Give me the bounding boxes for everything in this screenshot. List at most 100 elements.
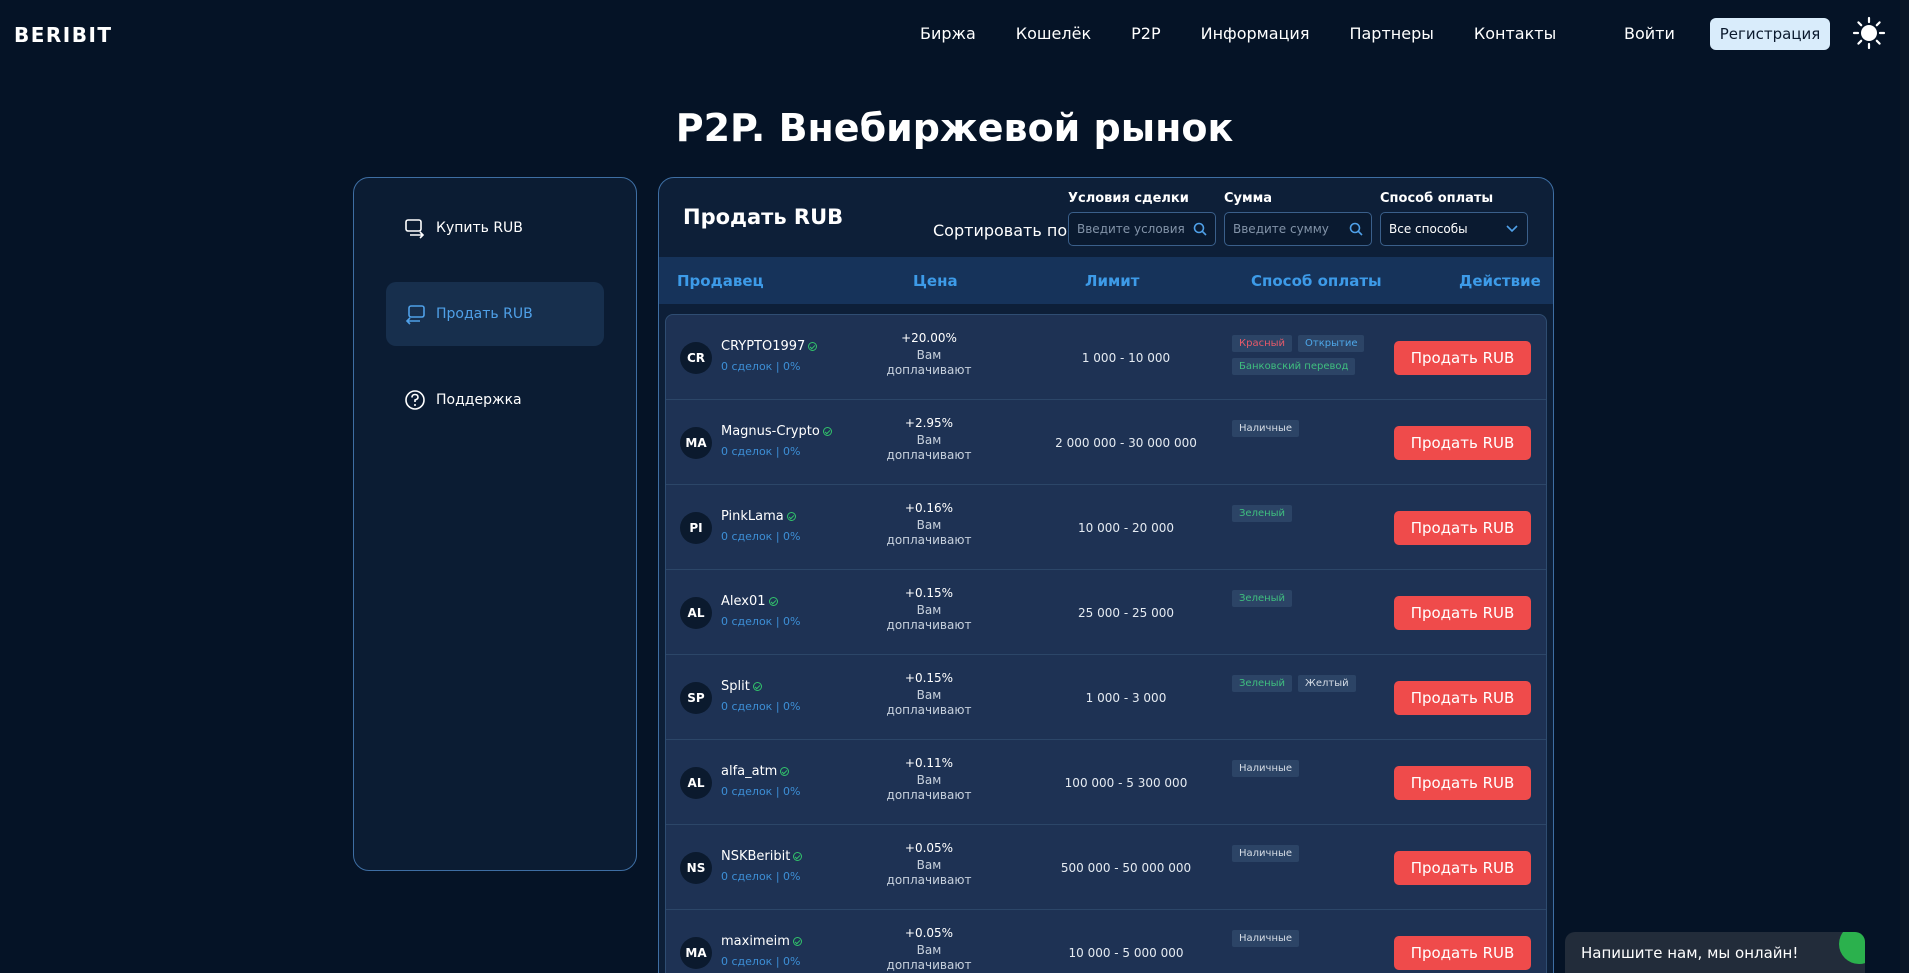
avatar: AL (680, 597, 712, 629)
seller-name[interactable]: alfa_atm (721, 764, 790, 779)
payment-methods: Наличные (1232, 760, 1372, 777)
seller-name[interactable]: PinkLama (721, 509, 796, 524)
payment-methods: Зеленый (1232, 505, 1372, 522)
payment-select-value: Все способы (1389, 222, 1468, 236)
sell-rub-button[interactable]: Продать RUB (1394, 766, 1531, 800)
sell-rub-button[interactable]: Продать RUB (1394, 681, 1531, 715)
verified-icon (808, 342, 818, 351)
login-link[interactable]: Войти (1624, 24, 1675, 43)
price-cell: +0.11% Вам доплачивают (874, 756, 984, 803)
seller-name[interactable]: CRYPTO1997 (721, 339, 818, 354)
avatar: MA (680, 937, 712, 969)
seller-stats: 0 сделок | 0% (721, 955, 801, 968)
price-cell: +0.15% Вам доплачивают (874, 586, 984, 633)
seller-name[interactable]: maximeim (721, 934, 802, 949)
nav-p2p[interactable]: P2P (1131, 24, 1160, 43)
chevron-down-icon (1506, 225, 1518, 233)
price-note: Вам доплачивают (886, 518, 972, 547)
price-cell: +0.15% Вам доплачивают (874, 671, 984, 718)
payment-method-tag: Красный (1232, 335, 1293, 352)
sell-rub-button[interactable]: Продать RUB (1394, 426, 1531, 460)
sell-rub-button[interactable]: Продать RUB (1394, 936, 1531, 970)
price-value: +0.15% (904, 671, 954, 685)
panel-title: Продать RUB (683, 205, 844, 229)
nav-contacts[interactable]: Контакты (1474, 24, 1556, 43)
payment-method-tag: Наличные (1232, 760, 1300, 777)
logo[interactable]: BERIBIT (14, 23, 113, 47)
limit-value: 10 000 - 5 000 000 (1068, 946, 1184, 960)
nav-info[interactable]: Информация (1201, 24, 1310, 43)
table-row: AL Alex01 0 сделок | 0% +0.15% Вам доплачива… (666, 570, 1546, 655)
verified-icon (768, 597, 778, 606)
seller-name-text: Magnus-Crypto (721, 424, 820, 439)
limit-value: 2 000 000 - 30 000 000 (1055, 436, 1197, 450)
price-cell: +2.95% Вам доплачивают (874, 416, 984, 463)
seller-name[interactable]: Split (721, 679, 762, 694)
chat-widget[interactable]: Напишите нам, мы онлайн! (1565, 932, 1865, 973)
payment-method-tag: Наличные (1232, 930, 1300, 947)
register-button[interactable]: Регистрация (1710, 18, 1830, 50)
price-value: +0.15% (904, 586, 954, 600)
seller-name[interactable]: NSKBeribit (721, 849, 803, 864)
payment-label: Способ оплаты (1380, 191, 1494, 206)
chat-text: Напишите нам, мы онлайн! (1581, 944, 1799, 962)
column-seller: Продавец (677, 271, 764, 290)
scrollbar[interactable] (1900, 0, 1909, 973)
column-limit: Лимит (1085, 271, 1140, 290)
verified-icon (786, 512, 796, 521)
sidebar-item-label: Купить RUB (436, 220, 523, 236)
limit-value: 100 000 - 5 300 000 (1064, 776, 1188, 790)
payment-method-tag: Зеленый (1232, 675, 1293, 692)
avatar: NS (680, 852, 712, 884)
sell-rub-button[interactable]: Продать RUB (1394, 851, 1531, 885)
price-note: Вам доплачивают (886, 688, 972, 717)
seller-name-text: Split (721, 679, 750, 694)
table-row: NS NSKBeribit 0 сделок | 0% +0.05% Вам допла… (666, 825, 1546, 910)
sun-icon[interactable] (1852, 16, 1886, 50)
payment-methods: Наличные (1232, 420, 1372, 437)
seller-name-text: CRYPTO1997 (721, 339, 806, 354)
payment-select[interactable]: Все способы (1380, 212, 1528, 246)
table-row: AL alfa_atm 0 сделок | 0% +0.11% Вам доплачи… (666, 740, 1546, 825)
limit-value: 1 000 - 10 000 (1081, 351, 1171, 365)
amount-box (1224, 212, 1372, 246)
sell-rub-button[interactable]: Продать RUB (1394, 596, 1531, 630)
sidebar-item-support[interactable]: Поддержка (386, 368, 604, 432)
table-header: Продавец Цена Лимит Способ оплаты Действ… (659, 257, 1553, 304)
seller-name[interactable]: Magnus-Crypto (721, 424, 832, 439)
price-value: +2.95% (904, 416, 954, 430)
sidebar-item-sell[interactable]: Продать RUB (386, 282, 604, 346)
verified-icon (780, 767, 790, 776)
payment-methods: Наличные (1232, 845, 1372, 862)
sidebar-item-buy[interactable]: Купить RUB (386, 196, 604, 260)
payment-method-tag: Зеленый (1232, 590, 1293, 607)
price-note: Вам доплачивают (886, 433, 972, 462)
sell-rub-button[interactable]: Продать RUB (1394, 341, 1531, 375)
seller-name[interactable]: Alex01 (721, 594, 778, 609)
table-row: SP Split 0 сделок | 0% +0.15% Вам доплачиваю… (666, 655, 1546, 740)
avatar: SP (680, 682, 712, 714)
sell-rub-button[interactable]: Продать RUB (1394, 511, 1531, 545)
amount-input[interactable] (1233, 222, 1345, 236)
price-value: +20.00% (901, 331, 957, 345)
price-cell: +20.00% Вам доплачивают (874, 331, 984, 378)
nav-partners[interactable]: Партнеры (1349, 24, 1433, 43)
price-note: Вам доплачивают (886, 773, 972, 802)
table-row: MA Magnus-Crypto 0 сделок | 0% +2.95% Вам до… (666, 400, 1546, 485)
nav-wallet[interactable]: Кошелёк (1016, 24, 1091, 43)
nav-exchange[interactable]: Биржа (920, 24, 976, 43)
help-icon (405, 390, 425, 410)
conditions-input[interactable] (1077, 222, 1189, 236)
seller-name-text: maximeim (721, 934, 790, 949)
verified-icon (822, 427, 832, 436)
price-value: +0.11% (904, 756, 954, 770)
page: BERIBIT Биржа Кошелёк P2P Информация Пар… (0, 0, 1909, 973)
payment-filter: Способ оплаты Все способы (1380, 191, 1528, 246)
seller-stats: 0 сделок | 0% (721, 615, 801, 628)
payment-methods: Зеленый Желтый (1232, 675, 1372, 692)
verified-icon (792, 937, 802, 946)
payment-methods: Зеленый (1232, 590, 1372, 607)
search-icon[interactable] (1349, 222, 1363, 236)
search-icon[interactable] (1193, 222, 1207, 236)
avatar: PI (680, 512, 712, 544)
